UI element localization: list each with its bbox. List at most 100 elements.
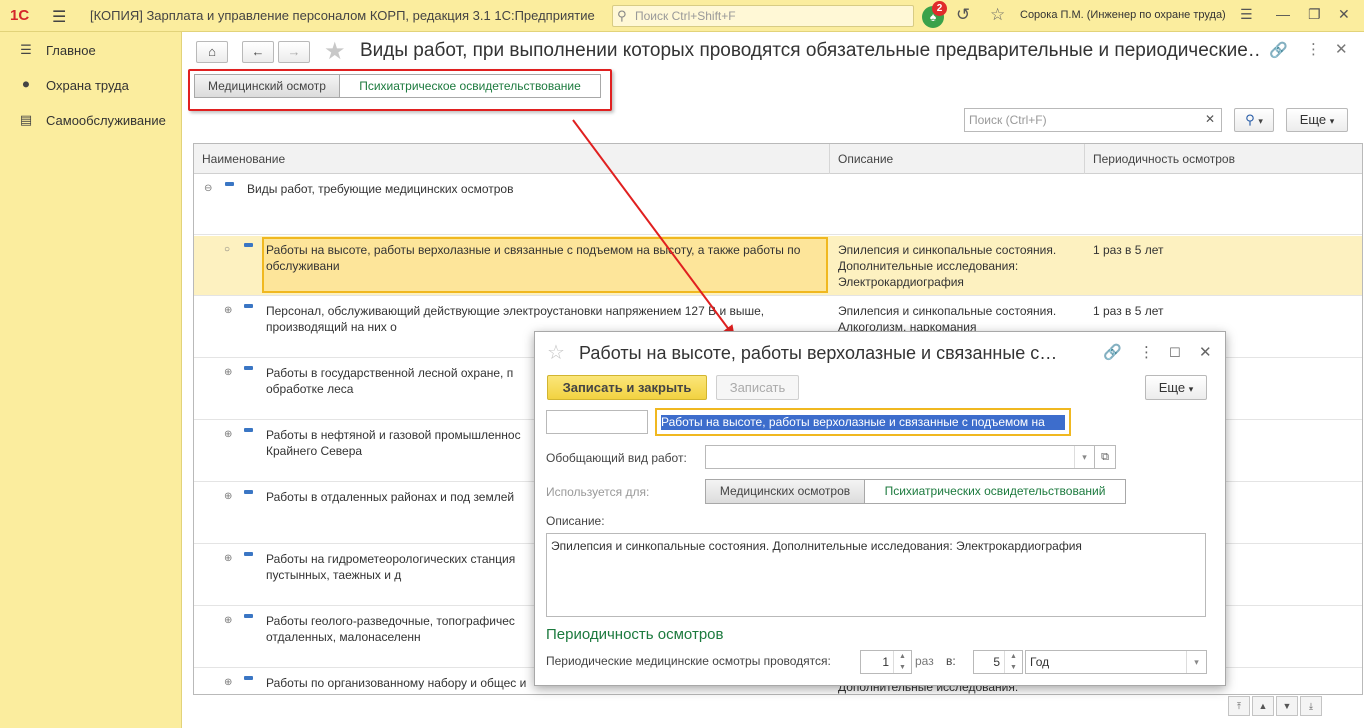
more-vert-icon[interactable]: ⋮: [1139, 343, 1154, 361]
row-description: Эпилепсия и синкопальные состояния. Допо…: [838, 243, 1057, 289]
search-button[interactable]: ⚲ ▾: [1234, 108, 1274, 132]
main-menu-icon[interactable]: ☰: [52, 7, 66, 27]
chevron-down-icon: ▾: [1188, 384, 1194, 394]
row-name: Работы по организованному набору и общес…: [266, 676, 527, 694]
name-field[interactable]: Работы на высоте, работы верхолазные и с…: [655, 408, 1071, 436]
period-stepper[interactable]: 5 ▲ ▼: [973, 650, 1023, 674]
save-button[interactable]: Записать: [716, 375, 799, 400]
item-icon: [244, 243, 253, 247]
expand-icon[interactable]: ⊕: [224, 429, 232, 440]
table-scroll-buttons: ⤒ ▲ ▼ ⤓: [1228, 696, 1362, 716]
period-value: 5: [993, 655, 1000, 669]
name-field-value: Работы на высоте, работы верхолазные и с…: [661, 415, 1065, 430]
item-icon: [244, 490, 253, 494]
clear-search-icon[interactable]: ✕: [1205, 112, 1215, 126]
used-for-psychiatric[interactable]: Психиатрических освидетельствований: [864, 479, 1126, 504]
chevron-down-icon[interactable]: ▾: [1074, 446, 1094, 468]
group-row-name: Виды работ, требующие медицинских осмотр…: [247, 182, 514, 196]
sidebar-item-label: Самообслуживание: [46, 112, 166, 128]
dialog-more-label: Еще: [1158, 380, 1186, 395]
used-for-medical[interactable]: Медицинских осмотров: [705, 479, 865, 504]
item-icon: [244, 366, 253, 370]
expand-icon[interactable]: ⊕: [224, 553, 232, 564]
window-title: [КОПИЯ] Зарплата и управление персоналом…: [90, 8, 595, 23]
settings-menu-icon[interactable]: ☰: [1240, 6, 1253, 23]
favorite-star-icon[interactable]: ☆: [547, 340, 565, 365]
global-search-input[interactable]: ⚲ Поиск Ctrl+Shift+F: [612, 5, 914, 27]
row-name: Работы в отдаленных районах и под землей: [266, 490, 515, 504]
dialog-more-button[interactable]: Еще ▾: [1145, 375, 1207, 400]
chevron-down-icon[interactable]: ▾: [1186, 651, 1206, 673]
tab-medical-exam[interactable]: Медицинский осмотр: [194, 74, 340, 98]
times-value: 1: [882, 655, 889, 669]
stepper-arrows-icon[interactable]: ▲ ▼: [1004, 651, 1022, 673]
description-label: Описание:: [546, 514, 605, 528]
back-button[interactable]: ←: [242, 41, 274, 63]
collapse-icon[interactable]: ⊖: [204, 183, 212, 194]
link-icon[interactable]: 🔗: [1269, 41, 1288, 59]
sidebar-item-label: Охрана труда: [46, 77, 129, 93]
expand-icon[interactable]: ⊕: [224, 491, 232, 502]
more-button-label: Еще: [1299, 112, 1327, 127]
row-name: Работы в нефтяной и газовой промышленнос…: [266, 428, 521, 458]
column-header-name[interactable]: Наименование: [194, 144, 830, 174]
open-icon[interactable]: ⧉: [1094, 445, 1116, 469]
parent-work-type-field[interactable]: ▾: [705, 445, 1095, 469]
scroll-bottom-icon[interactable]: ⤓: [1300, 696, 1322, 716]
scroll-up-icon[interactable]: ▲: [1252, 696, 1274, 716]
code-field[interactable]: [546, 410, 648, 434]
forward-button[interactable]: →: [278, 41, 310, 63]
list-search-input[interactable]: Поиск (Ctrl+F) ✕: [964, 108, 1222, 132]
row-periodicity: 1 раз в 5 лет: [1093, 243, 1164, 257]
history-icon[interactable]: ↺: [956, 5, 970, 25]
row-periodicity: 1 раз в 5 лет: [1093, 304, 1164, 318]
times-stepper[interactable]: 1 ▲ ▼: [860, 650, 912, 674]
save-and-close-button[interactable]: Записать и закрыть: [547, 375, 707, 400]
close-window-icon[interactable]: ✕: [1338, 6, 1350, 23]
row-name: Работы в государственной лесной охране, …: [266, 366, 514, 396]
stepper-arrows-icon[interactable]: ▲ ▼: [893, 651, 911, 673]
expand-icon[interactable]: ⊕: [224, 677, 232, 688]
period-unit-select[interactable]: Год ▾: [1025, 650, 1207, 674]
more-vert-icon[interactable]: ⋮: [1306, 40, 1321, 58]
row-name: Работы на высоте, работы верхолазные и с…: [266, 243, 801, 273]
sidebar-item-main[interactable]: ☰ Главное: [16, 40, 96, 60]
minimize-icon[interactable]: —: [1276, 6, 1290, 22]
scroll-down-icon[interactable]: ▼: [1276, 696, 1298, 716]
expand-icon[interactable]: ⊕: [224, 367, 232, 378]
row-name: Работы на гидрометеорологических станция…: [266, 552, 516, 582]
item-icon: [244, 428, 253, 432]
notifications-bell-icon[interactable]: ♠ 2: [922, 1, 947, 28]
expand-icon[interactable]: ⊕: [224, 305, 232, 316]
maximize-icon[interactable]: ☐: [1169, 345, 1181, 361]
more-button[interactable]: Еще ▾: [1286, 108, 1348, 132]
sidebar: ☰ Главное ⚫ Охрана труда ▤ Самообслужива…: [0, 32, 182, 728]
column-header-description[interactable]: Описание: [830, 144, 1085, 174]
description-textarea[interactable]: Эпилепсия и синкопальные состояния. Допо…: [546, 533, 1206, 617]
link-icon[interactable]: 🔗: [1103, 343, 1122, 361]
table-row-group[interactable]: ⊖ Виды работ, требующие медицинских осмо…: [194, 175, 1362, 235]
periodicity-header: Периодичность осмотров: [546, 626, 724, 643]
item-icon: [244, 614, 253, 618]
favorite-star-icon[interactable]: ★: [324, 37, 346, 66]
home-button[interactable]: ⌂: [196, 41, 228, 63]
scroll-top-icon[interactable]: ⤒: [1228, 696, 1250, 716]
id-card-icon: ▤: [19, 112, 33, 127]
menu-lines-icon: ☰: [20, 42, 32, 57]
app-logo: 1С: [10, 7, 30, 24]
column-header-periodicity[interactable]: Периодичность осмотров: [1085, 144, 1362, 174]
sidebar-item-self-service[interactable]: ▤ Самообслуживание: [16, 110, 166, 130]
favorites-star-icon[interactable]: ☆: [990, 5, 1005, 25]
parent-label: Обобщающий вид работ:: [546, 451, 687, 465]
expand-icon[interactable]: ⊕: [224, 615, 232, 626]
current-user[interactable]: Сорока П.М. (Инженер по охране труда): [1020, 9, 1226, 21]
sidebar-item-labor-safety[interactable]: ⚫ Охрана труда: [16, 75, 129, 95]
leaf-marker-icon: ○: [224, 244, 231, 255]
search-icon: ⚲: [617, 8, 627, 23]
restore-icon[interactable]: ❐: [1308, 6, 1321, 23]
sidebar-item-label: Главное: [46, 42, 96, 58]
tab-psychiatric-exam[interactable]: Психиатрическое освидетельствование: [339, 74, 601, 98]
close-icon[interactable]: ✕: [1335, 40, 1348, 58]
table-row[interactable]: ○ Работы на высоте, работы верхолазные и…: [194, 236, 1362, 296]
close-icon[interactable]: ✕: [1199, 343, 1212, 361]
